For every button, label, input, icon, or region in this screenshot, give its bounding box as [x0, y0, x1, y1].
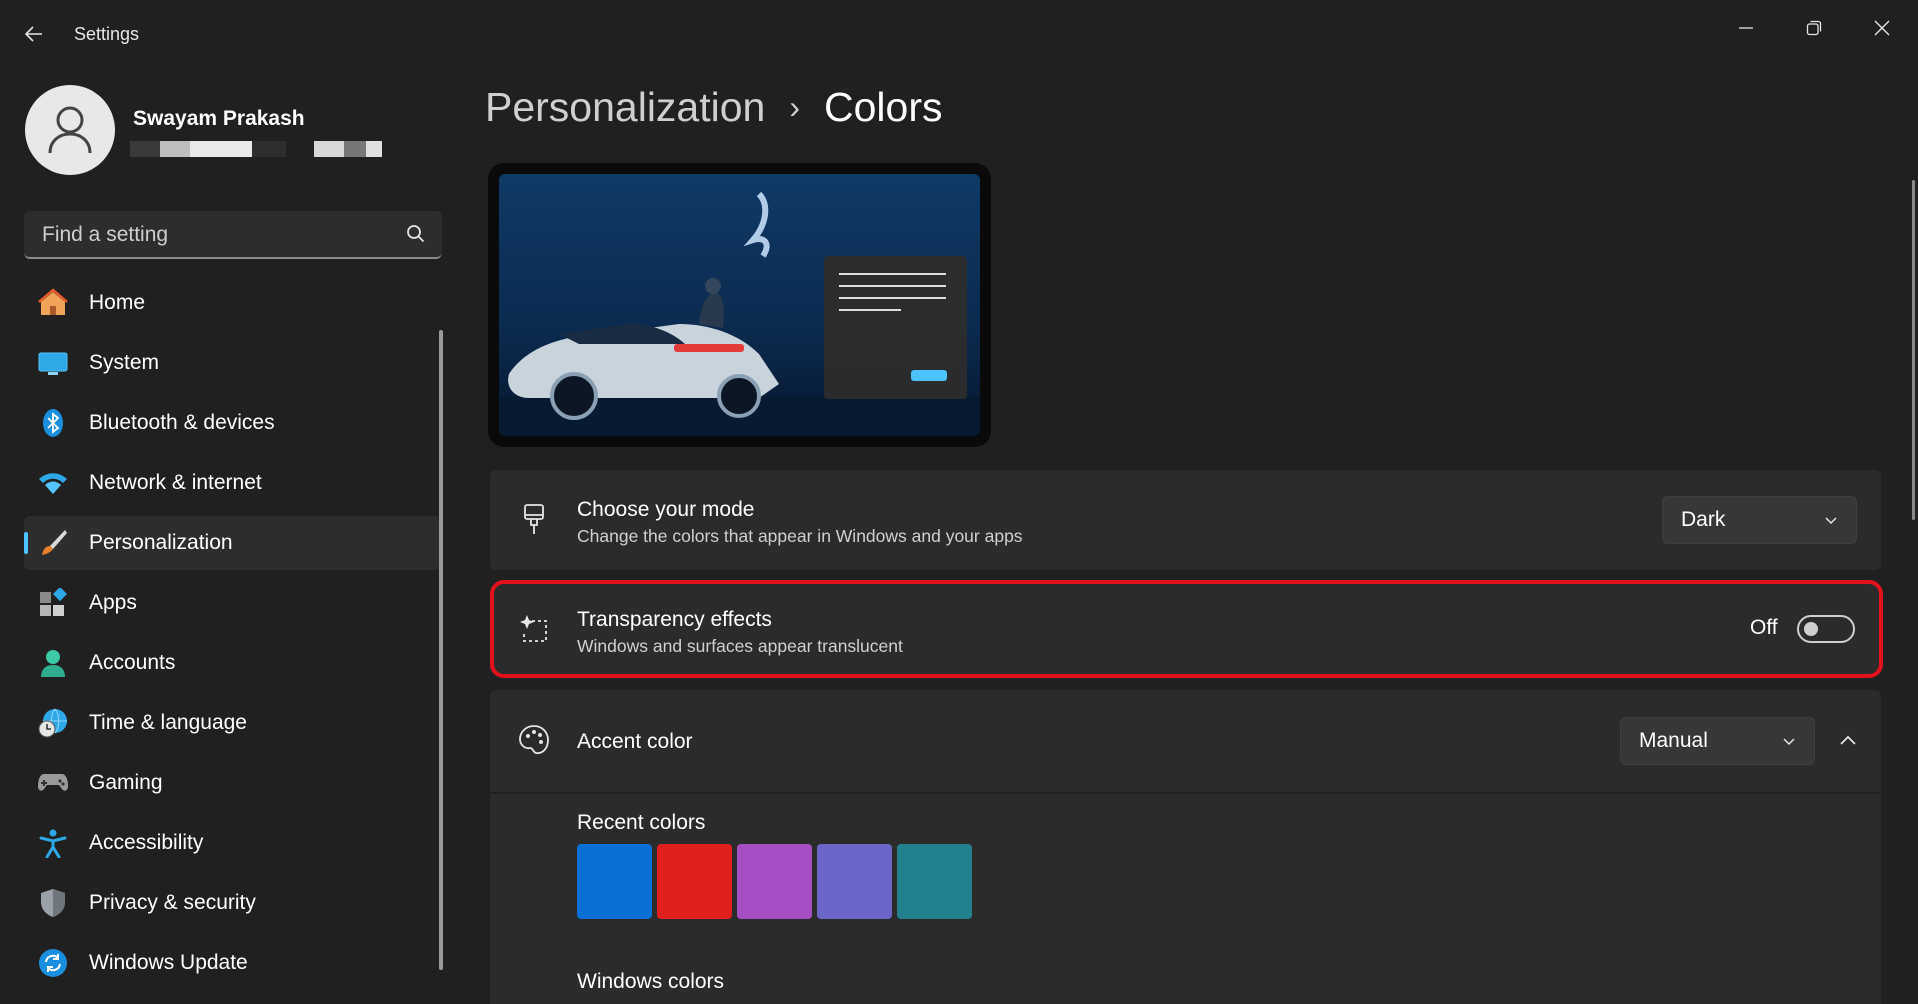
home-icon [37, 287, 69, 319]
recent-color-swatch[interactable] [657, 844, 732, 919]
sidebar-item-label: Home [89, 291, 146, 314]
sidebar-item-label: Network & internet [89, 471, 262, 494]
sidebar-item-label: Privacy & security [89, 891, 256, 914]
search-box[interactable] [24, 211, 442, 259]
sidebar-item-label: Bluetooth & devices [89, 411, 275, 434]
sidebar-item-label: Windows Update [89, 951, 248, 974]
windows-colors-label: Windows colors [577, 970, 725, 993]
accent-title: Accent color [577, 730, 693, 753]
recent-colors-label: Recent colors [577, 811, 706, 834]
chevron-down-icon [1825, 517, 1837, 525]
mode-dropdown-value: Dark [1681, 508, 1726, 531]
preview-wallpaper [499, 174, 980, 436]
breadcrumb-separator: › [789, 89, 800, 125]
sidebar-item-home[interactable]: Home [24, 276, 442, 330]
back-arrow-icon [24, 26, 42, 42]
mode-card: Choose your mode Change the colors that … [490, 470, 1881, 570]
chevron-up-icon[interactable] [1839, 732, 1857, 750]
page-title: Colors [824, 84, 943, 130]
sidebar-item-gaming[interactable]: Gaming [24, 756, 442, 810]
sidebar-item-label: Apps [89, 591, 137, 614]
minimize-button[interactable] [1716, 8, 1776, 48]
avatar[interactable] [25, 85, 115, 175]
person-icon [48, 106, 92, 154]
sidebar-item-label: Time & language [89, 711, 247, 734]
mode-title: Choose your mode [577, 498, 755, 521]
monitor-icon [37, 347, 69, 379]
content-scrollbar[interactable] [1912, 180, 1915, 520]
selected-indicator [24, 532, 28, 554]
paintbrush-outline-icon [518, 504, 550, 536]
sidebar-item-label: Accessibility [89, 831, 204, 854]
close-icon [1874, 20, 1890, 36]
sidebar-item-accounts[interactable]: Accounts [24, 636, 442, 690]
app-title: Settings [74, 24, 140, 44]
user-name: Swayam Prakash [133, 107, 305, 130]
theme-preview [488, 163, 991, 447]
sidebar-item-bluetooth[interactable]: Bluetooth & devices [24, 396, 442, 450]
palette-icon [518, 724, 550, 756]
maximize-button[interactable] [1784, 8, 1844, 48]
shield-icon [37, 887, 69, 919]
sidebar-item-apps[interactable]: Apps [24, 576, 442, 630]
person-icon [37, 647, 69, 679]
sidebar-item-time-language[interactable]: Time & language [24, 696, 442, 750]
sidebar-item-label: Personalization [89, 531, 233, 554]
sidebar-item-accessibility[interactable]: Accessibility [24, 816, 442, 870]
breadcrumb: Personalization › Colors [485, 84, 942, 131]
sidebar-nav: Home System Bluetooth & devices Network … [24, 276, 442, 996]
maximize-icon [1806, 20, 1822, 36]
gamepad-icon [37, 767, 69, 799]
sidebar-item-network[interactable]: Network & internet [24, 456, 442, 510]
sidebar-scrollbar[interactable] [439, 330, 443, 970]
sidebar-item-label: System [89, 351, 160, 374]
sidebar-item-label: Gaming [89, 771, 163, 794]
breadcrumb-parent-link[interactable]: Personalization [485, 84, 765, 131]
minimize-icon [1739, 27, 1753, 29]
search-input[interactable] [40, 211, 384, 259]
email-redacted [130, 140, 395, 158]
sidebar-item-system[interactable]: System [24, 336, 442, 390]
accent-card[interactable]: Accent color Manual [490, 690, 1881, 792]
paintbrush-icon [37, 527, 69, 559]
recent-color-swatch[interactable] [737, 844, 812, 919]
wallpaper-image [499, 174, 980, 436]
recent-color-swatch[interactable] [577, 844, 652, 919]
accent-dropdown-value: Manual [1639, 729, 1708, 752]
sidebar-item-privacy[interactable]: Privacy & security [24, 876, 442, 930]
bluetooth-icon [37, 407, 69, 439]
update-icon [37, 947, 69, 979]
wifi-icon [37, 467, 69, 499]
back-button[interactable] [18, 18, 50, 50]
sidebar-item-windows-update[interactable]: Windows Update [24, 936, 442, 990]
recent-color-swatch[interactable] [817, 844, 892, 919]
title-bar: Settings [0, 0, 1918, 68]
accent-dropdown[interactable]: Manual [1620, 717, 1815, 765]
mode-dropdown[interactable]: Dark [1662, 496, 1857, 544]
globe-clock-icon [37, 707, 69, 739]
search-icon[interactable] [406, 224, 426, 244]
accent-expanded-panel: Recent colors Windows colors [490, 794, 1881, 1004]
sidebar-item-label: Accounts [89, 651, 176, 674]
mode-subtitle: Change the colors that appear in Windows… [577, 526, 1023, 546]
sidebar-item-personalization[interactable]: Personalization [24, 516, 442, 570]
apps-icon [37, 587, 69, 619]
highlight-box [490, 580, 1883, 678]
chevron-down-icon [1783, 738, 1795, 746]
close-button[interactable] [1852, 8, 1912, 48]
recent-color-swatch[interactable] [897, 844, 972, 919]
accessibility-icon [37, 827, 69, 859]
